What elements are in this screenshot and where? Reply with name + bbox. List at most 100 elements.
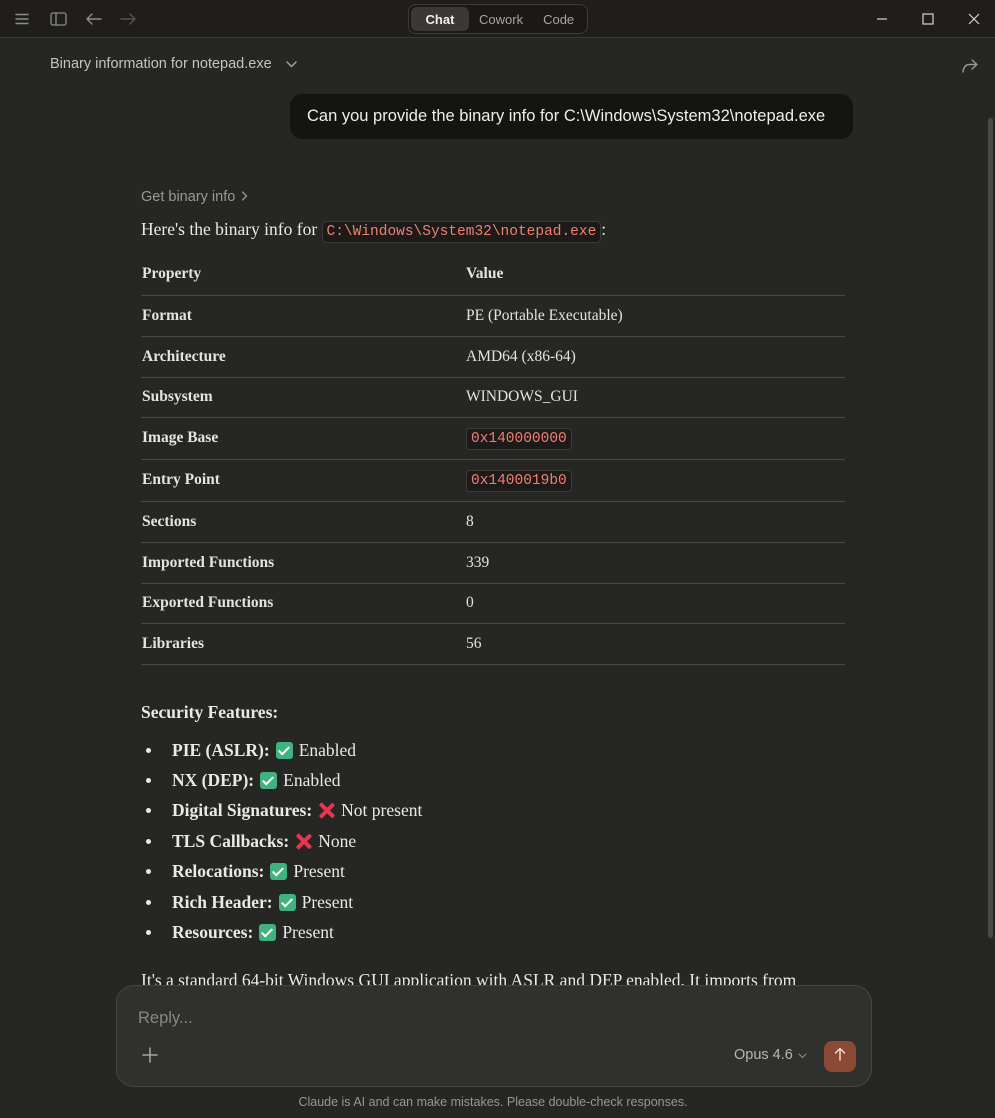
user-message-text: Can you provide the binary info for C:\W… — [307, 107, 826, 125]
title-bar: Chat Cowork Code — [0, 0, 995, 38]
list-item: TLS Callbacks: None — [146, 826, 422, 856]
security-features-list: PIE (ASLR): Enabled NX (DEP): Enabled Di… — [146, 735, 422, 948]
table-row: Format PE (Portable Executable) — [141, 295, 845, 337]
check-icon — [278, 893, 296, 911]
cross-icon — [318, 802, 335, 819]
value-cell: 0 — [465, 583, 845, 624]
list-item: Relocations: Present — [146, 857, 422, 887]
property-cell: Subsystem — [141, 377, 465, 418]
maximize-icon[interactable] — [916, 8, 940, 30]
feature-name: Digital Signatures: — [172, 800, 313, 821]
scrollbar[interactable] — [985, 42, 995, 1118]
feature-status: Enabled — [283, 770, 341, 791]
mode-switcher: Chat Cowork Code — [408, 4, 588, 34]
arrow-up-icon — [834, 1047, 846, 1066]
property-cell: Exported Functions — [141, 583, 465, 624]
feature-name: Resources: — [172, 922, 254, 943]
table-row: Image Base 0x140000000 — [141, 417, 845, 460]
value-code: 0x140000000 — [466, 428, 572, 450]
value-cell: AMD64 (x86-64) — [465, 336, 845, 378]
feature-name: Relocations: — [172, 861, 265, 882]
composer: Opus 4.6 — [116, 985, 872, 1087]
bullet — [146, 747, 151, 753]
bullet — [146, 899, 151, 905]
conversation-title-button[interactable]: Binary information for notepad.exe — [50, 56, 297, 72]
feature-name: TLS Callbacks: — [172, 830, 290, 851]
table-row: Entry Point 0x1400019b0 — [141, 459, 845, 502]
feature-status: Present — [282, 922, 334, 943]
feature-status: Not present — [341, 800, 423, 821]
feature-name: Rich Header: — [172, 891, 273, 912]
feature-status: Present — [293, 861, 345, 882]
tab-code[interactable]: Code — [533, 7, 584, 31]
conversation-title: Binary information for notepad.exe — [50, 56, 272, 72]
feature-name: PIE (ASLR): — [172, 739, 270, 760]
model-name: Opus 4.6 — [734, 1047, 793, 1063]
list-item: NX (DEP): Enabled — [146, 765, 422, 795]
feature-status: Enabled — [298, 739, 357, 760]
feature-status: Present — [301, 891, 354, 912]
check-icon — [259, 924, 277, 942]
disclaimer: Claude is AI and can make mistakes. Plea… — [298, 1095, 688, 1109]
column-header-property: Property — [141, 254, 465, 296]
value-cell: PE (Portable Executable) — [465, 295, 845, 337]
feature-status: None — [318, 830, 357, 851]
send-button[interactable] — [824, 1041, 856, 1072]
list-item: Resources: Present — [146, 917, 422, 947]
list-item: Rich Header: Present — [146, 887, 422, 917]
chevron-down-icon — [798, 1047, 807, 1063]
table-row: Sections 8 — [141, 501, 845, 543]
bullet — [146, 778, 151, 784]
back-arrow-icon[interactable] — [83, 9, 105, 29]
check-icon — [260, 772, 278, 790]
value-code: 0x1400019b0 — [466, 470, 572, 492]
bullet — [146, 869, 151, 875]
chevron-right-icon — [241, 189, 248, 205]
tool-call-label: Get binary info — [141, 189, 236, 205]
property-cell: Image Base — [141, 417, 465, 460]
security-features-heading: Security Features: — [141, 702, 279, 722]
bullet — [146, 930, 151, 936]
tab-cowork[interactable]: Cowork — [469, 7, 533, 31]
reply-input[interactable] — [138, 1006, 638, 1030]
table-row: Libraries 56 — [141, 623, 845, 665]
bullet — [146, 838, 151, 844]
value-cell: 339 — [465, 542, 845, 584]
property-cell: Format — [141, 295, 465, 337]
minimize-icon[interactable] — [870, 8, 894, 30]
value-cell: WINDOWS_GUI — [465, 377, 845, 418]
property-cell: Sections — [141, 501, 465, 543]
close-icon[interactable] — [962, 8, 986, 30]
feature-name: NX (DEP): — [172, 770, 255, 791]
cross-icon — [295, 833, 312, 850]
tool-call-toggle[interactable]: Get binary info — [141, 189, 248, 205]
binary-info-table: Property Value Format PE (Portable Execu… — [141, 254, 845, 665]
property-cell: Imported Functions — [141, 542, 465, 584]
plus-icon[interactable] — [139, 1044, 161, 1066]
column-header-value: Value — [465, 254, 845, 296]
chevron-down-icon — [285, 56, 297, 72]
table-row: Exported Functions 0 — [141, 583, 845, 624]
scrollbar-thumb[interactable] — [988, 118, 993, 938]
value-cell: 8 — [465, 501, 845, 543]
sidebar-toggle-icon[interactable] — [47, 9, 69, 29]
value-cell: 0x1400019b0 — [465, 459, 845, 502]
table-row: Imported Functions 339 — [141, 542, 845, 584]
intro-text: Here's the binary info for — [141, 219, 318, 239]
table-row: Architecture AMD64 (x86-64) — [141, 336, 845, 378]
value-cell: 56 — [465, 623, 845, 665]
table-row: Subsystem WINDOWS_GUI — [141, 377, 845, 418]
check-icon — [275, 741, 293, 759]
user-message: Can you provide the binary info for C:\W… — [290, 94, 853, 139]
value-cell: 0x140000000 — [465, 417, 845, 460]
response-intro: Here's the binary info for C:\Windows\Sy… — [141, 219, 606, 243]
bullet — [146, 808, 151, 814]
path-code: C:\Windows\System32\notepad.exe — [321, 221, 602, 243]
property-cell: Architecture — [141, 336, 465, 378]
list-item: Digital Signatures: Not present — [146, 796, 422, 826]
menu-icon[interactable] — [11, 9, 33, 29]
share-icon[interactable] — [961, 58, 979, 79]
model-selector[interactable]: Opus 4.6 — [734, 1047, 807, 1063]
tab-chat[interactable]: Chat — [411, 7, 469, 31]
forward-arrow-icon[interactable] — [117, 9, 139, 29]
